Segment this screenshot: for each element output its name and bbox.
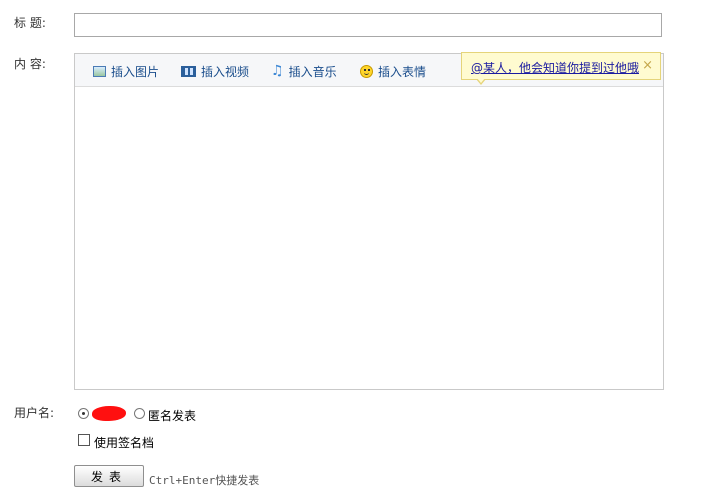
title-input[interactable] <box>74 13 662 37</box>
insert-music-label: 插入音乐 <box>288 64 337 79</box>
username-label: 用户名: <box>14 406 55 420</box>
mention-tooltip-text[interactable]: @某人，他会知道你提到过他哦~ <box>471 59 639 76</box>
video-icon <box>181 65 196 77</box>
insert-emoticon-button[interactable]: 插入表情 <box>360 63 426 79</box>
close-icon[interactable]: × <box>642 58 653 73</box>
smiley-icon <box>360 64 373 78</box>
signature-checkbox[interactable] <box>78 434 90 446</box>
username-radio[interactable] <box>78 408 89 419</box>
anonymous-radio[interactable] <box>134 408 145 419</box>
insert-image-label: 插入图片 <box>111 64 160 79</box>
music-note-icon: ♫ <box>271 63 284 79</box>
submit-hint: Ctrl+Enter快捷发表 <box>149 474 260 487</box>
insert-image-button[interactable]: 插入图片 <box>93 63 159 79</box>
signature-label[interactable]: 使用签名档 <box>94 434 154 451</box>
content-editor[interactable]: 插入图片 插入视频 ♫ 插入音乐 插入表情 <box>74 53 664 390</box>
image-icon <box>93 65 106 77</box>
mention-tooltip: @某人，他会知道你提到过他哦~ × <box>461 52 661 85</box>
insert-video-label: 插入视频 <box>201 64 250 79</box>
insert-music-button[interactable]: ♫ 插入音乐 <box>271 63 337 79</box>
tooltip-arrow <box>476 78 486 85</box>
submit-button[interactable]: 发表 <box>74 465 144 487</box>
insert-emoticon-label: 插入表情 <box>378 64 427 79</box>
title-label: 标 题: <box>14 16 46 30</box>
insert-video-button[interactable]: 插入视频 <box>181 63 249 79</box>
content-label: 内 容: <box>14 57 46 71</box>
anonymous-label[interactable]: 匿名发表 <box>148 407 196 424</box>
redacted-username <box>92 406 126 421</box>
